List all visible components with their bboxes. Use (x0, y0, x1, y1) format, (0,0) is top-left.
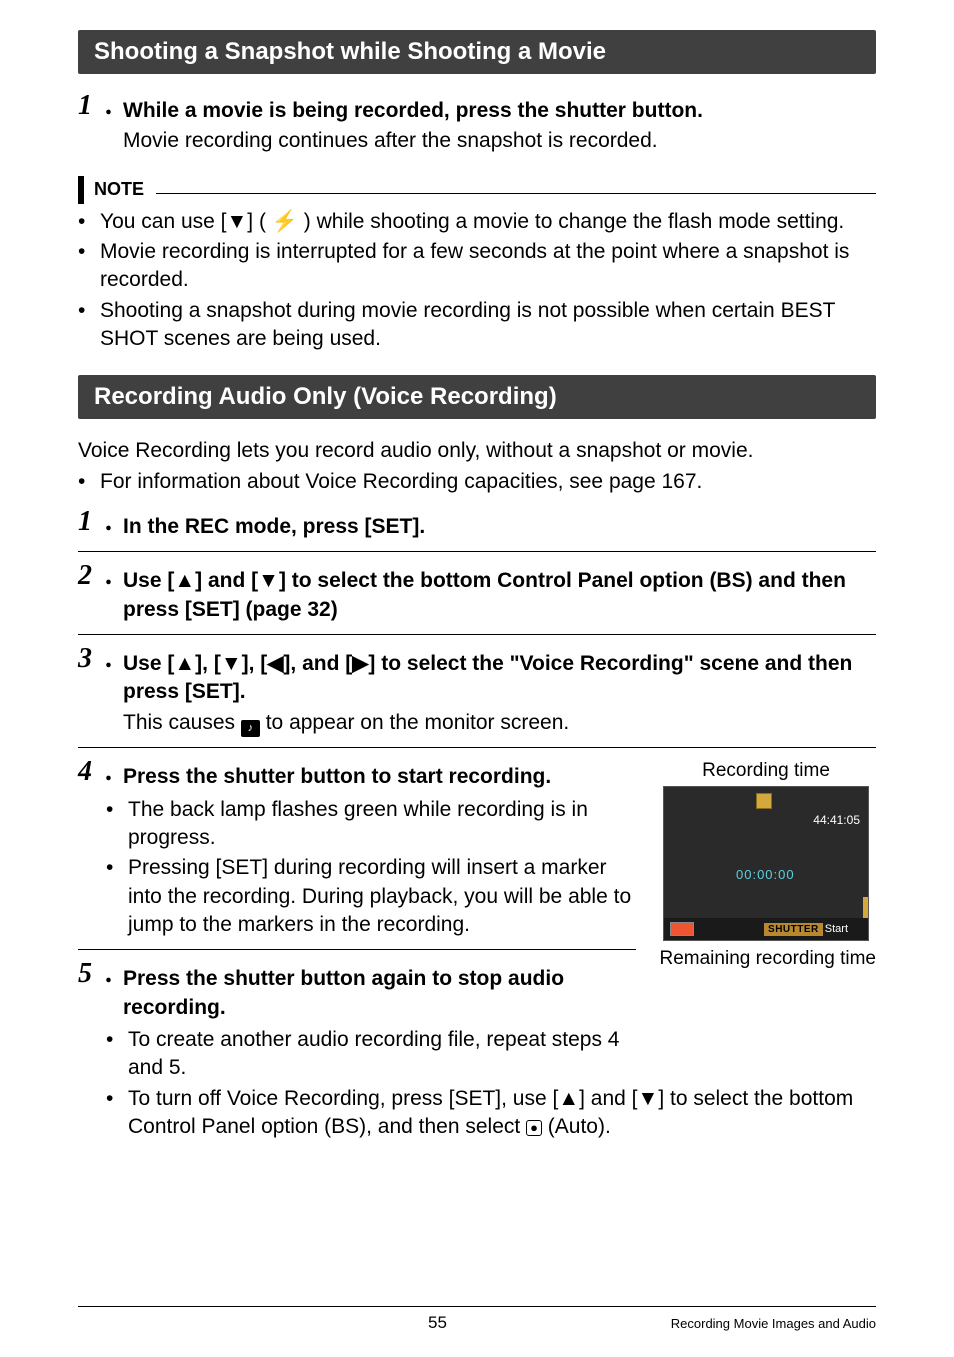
intro-bullet: • For information about Voice Recording … (78, 468, 876, 496)
note-item-2: • Movie recording is interrupted for a f… (78, 238, 876, 295)
bullet-dot: • (106, 1085, 120, 1142)
s3-sub-pre: This causes (123, 711, 241, 734)
s5-b1-text: To create another audio recording file, … (128, 1026, 636, 1083)
s5-b2-pre: To turn off Voice Recording, press [SET]… (128, 1087, 558, 1110)
bullet-dot: • (78, 208, 92, 236)
s4-bullet-1: • The back lamp flashes green while reco… (106, 796, 636, 853)
bottom-bar: SHUTTER Start (664, 918, 868, 940)
step-1-normal: Movie recording continues after the snap… (123, 125, 703, 155)
step-1-section1: 1 . While a movie is being recorded, pre… (78, 92, 876, 156)
s3-sub-post: to appear on the monitor screen. (260, 711, 569, 734)
down-triangle-icon: ▼ (227, 210, 248, 233)
down-triangle-icon: ▼ (638, 1087, 659, 1110)
s2-pre: Use [ (123, 569, 174, 592)
page-footer: 55 Recording Movie Images and Audio (78, 1306, 876, 1333)
step-dot: . (106, 92, 113, 120)
start-label: Start (825, 923, 848, 935)
s4-text: Press the shutter button to start record… (123, 758, 551, 791)
note-header: NOTE (78, 176, 876, 204)
note-line (156, 193, 876, 194)
note-item-1: • You can use [▼] ( ⚡ ) while shooting a… (78, 208, 876, 236)
footer-section-text: Recording Movie Images and Audio (671, 1316, 876, 1331)
bullet-dot: • (78, 238, 92, 295)
battery-icon (670, 922, 694, 936)
intro-text-1: Voice Recording lets you record audio on… (78, 437, 876, 465)
step-divider (78, 551, 876, 552)
bullet-dot: • (106, 796, 120, 853)
s5-bullet-1: • To create another audio recording file… (106, 1026, 636, 1083)
bs-mode-icon (756, 793, 772, 809)
left-triangle-icon: ◀ (267, 652, 283, 675)
step2-3: 3 . Use [▲], [▼], [◀], and [▶] to select… (78, 645, 876, 737)
s3-m3: ], and [ (283, 652, 352, 675)
right-triangle-icon: ▶ (352, 652, 368, 675)
note1-mid: ] ( (247, 210, 272, 233)
step-number: 2 (78, 562, 100, 590)
step-1-bold: While a movie is being recorded, press t… (123, 92, 703, 125)
bullet-dot: • (106, 1026, 120, 1083)
note-item-3: • Shooting a snapshot during movie recor… (78, 297, 876, 354)
s5-b2-post: (Auto). (542, 1115, 611, 1138)
note-bar (78, 176, 84, 204)
step-dot: . (106, 508, 113, 536)
step-divider (78, 949, 636, 950)
step-number: 3 (78, 645, 100, 673)
section-header-voice: Recording Audio Only (Voice Recording) (78, 375, 876, 419)
remaining-time-value: 44:41:05 (813, 813, 860, 827)
section-header-snapshot: Shooting a Snapshot while Shooting a Mov… (78, 30, 876, 74)
step-dot: . (106, 645, 113, 673)
step-number: 1 (78, 92, 100, 120)
s3-m2: ], [ (242, 652, 268, 675)
up-triangle-icon: ▲ (174, 652, 195, 675)
step2-5: 5 . Press the shutter button again to st… (78, 960, 636, 1022)
s5-bullet-2: • To turn off Voice Recording, press [SE… (106, 1085, 876, 1142)
step-divider (78, 747, 876, 748)
step-dot: . (106, 562, 113, 590)
note1-pre: You can use [ (100, 210, 227, 233)
step-dot: . (106, 960, 113, 988)
step-number: 5 (78, 960, 100, 988)
bullet-dot: • (106, 854, 120, 939)
note-label: NOTE (94, 179, 144, 200)
s5-text: Press the shutter button again to stop a… (123, 960, 636, 1022)
s4-bullet-2: • Pressing [SET] during recording will i… (106, 854, 636, 939)
step2-1-text: In the REC mode, press [SET]. (123, 508, 425, 541)
step-dot: . (106, 758, 113, 786)
down-triangle-icon: ▼ (258, 569, 279, 592)
mic-icon: ♪ (241, 720, 260, 737)
note2-text: Movie recording is interrupted for a few… (100, 238, 876, 295)
s2-m1: ] and [ (195, 569, 258, 592)
s4-b2-text: Pressing [SET] during recording will ins… (128, 854, 636, 939)
s3-pre: Use [ (123, 652, 174, 675)
bullet-dot: • (78, 297, 92, 354)
elapsed-time-value: 00:00:00 (736, 867, 795, 882)
bullet-dot: • (78, 468, 92, 496)
shutter-label: SHUTTER (764, 923, 823, 936)
note1-post: ) while shooting a movie to change the f… (298, 210, 844, 233)
page-number: 55 (428, 1313, 447, 1333)
step-number: 1 (78, 508, 100, 536)
s3-m1: ], [ (195, 652, 221, 675)
intro-text-2: For information about Voice Recording ca… (100, 468, 702, 496)
up-triangle-icon: ▲ (174, 569, 195, 592)
camera-auto-icon: ● (526, 1120, 542, 1136)
camera-screenshot: 44:41:05 00:00:00 SHUTTER Start (663, 786, 869, 941)
step2-4: 4 . Press the shutter button to start re… (78, 758, 636, 791)
step-divider (78, 634, 876, 635)
s4-b1-text: The back lamp flashes green while record… (128, 796, 636, 853)
step-number: 4 (78, 758, 100, 786)
footer-line (78, 1306, 876, 1307)
s5-b2-m1: ] and [ (579, 1087, 637, 1110)
step2-1: 1 . In the REC mode, press [SET]. (78, 508, 876, 541)
remaining-recording-time-label: Remaining recording time (656, 947, 876, 972)
up-triangle-icon: ▲ (558, 1087, 579, 1110)
step2-2: 2 . Use [▲] and [▼] to select the bottom… (78, 562, 876, 624)
note3-text: Shooting a snapshot during movie recordi… (100, 297, 876, 354)
down-triangle-icon: ▼ (221, 652, 242, 675)
recording-time-label: Recording time (656, 760, 876, 782)
flash-icon: ⚡ (272, 210, 298, 233)
